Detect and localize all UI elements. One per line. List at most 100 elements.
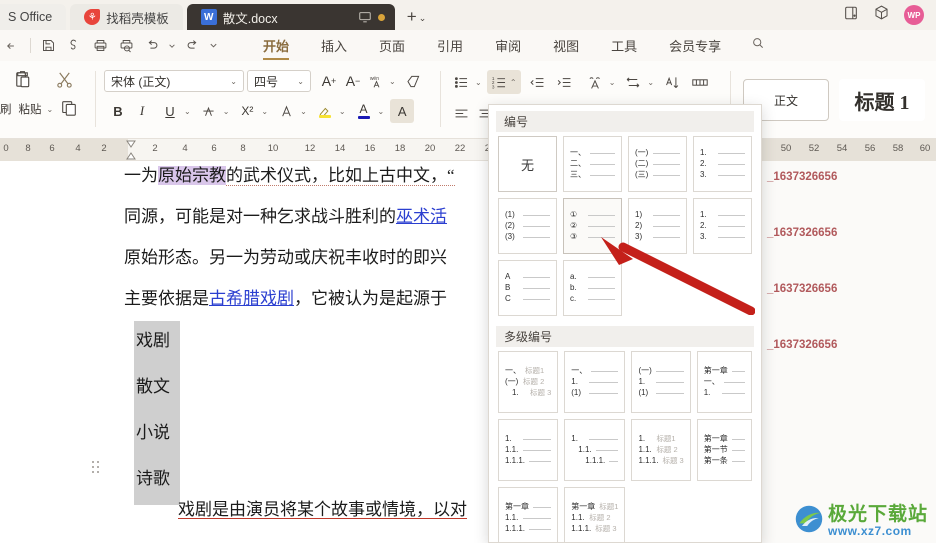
numbering-arabic-dot[interactable]: 1. 2. 3.: [693, 136, 752, 192]
multilevel-decimal-indent[interactable]: 1. 1.1. 1.1.1.: [564, 419, 626, 481]
underline-button[interactable]: U: [158, 99, 182, 123]
tab-member-exclusive[interactable]: 会员专享: [653, 32, 737, 60]
cloud-sync-icon[interactable]: [61, 33, 87, 59]
pinyin-guide-button[interactable]: [583, 70, 607, 94]
comment-author[interactable]: _1637326656: [767, 283, 837, 295]
chevron-down-icon[interactable]: ⌄: [647, 78, 654, 87]
italic-button[interactable]: I: [130, 99, 154, 123]
avatar[interactable]: WP: [904, 5, 924, 25]
line-spacing-button[interactable]: [621, 70, 645, 94]
collapse-icon[interactable]: [0, 33, 26, 59]
horizontal-ruler[interactable]: 0 8 6 4 2 2 4 6 8 10 12 14 16 18 20 22 2…: [0, 139, 936, 161]
chevron-down-icon[interactable]: ⌄: [47, 105, 54, 114]
sort-button[interactable]: [660, 70, 684, 94]
paragraph-line[interactable]: 同源，可能是对一种乞求战斗胜利的巫术活: [124, 208, 447, 225]
chevron-down-icon[interactable]: ⌄: [389, 77, 396, 86]
tab-wps-office[interactable]: S Office: [0, 4, 67, 30]
tab-tools[interactable]: 工具: [595, 32, 653, 60]
bold-button[interactable]: B: [106, 99, 130, 123]
numbering-arabic-dot-2[interactable]: 1. 2. 3.: [693, 198, 752, 254]
paragraph-line[interactable]: 戏剧是由演员将某个故事或情境，以对: [178, 501, 467, 519]
decrease-indent-button[interactable]: [526, 70, 550, 94]
font-color-button[interactable]: A: [352, 99, 376, 123]
numbering-arabic-rparen[interactable]: 1) 2) 3): [628, 198, 687, 254]
hanging-indent-marker[interactable]: [126, 152, 136, 160]
undo-dropdown-icon[interactable]: [165, 33, 179, 59]
multilevel-decimal-heading[interactable]: 1. 标题1 1.1. 标题 2 1.1.1. 标题 3: [631, 419, 691, 481]
redo-icon[interactable]: [179, 33, 205, 59]
numbering-cn-dun[interactable]: 一、 二、 三、: [563, 136, 622, 192]
numbering-upper-alpha[interactable]: ABC: [498, 260, 557, 316]
chevron-down-icon[interactable]: ⌄: [609, 78, 616, 87]
comment-author[interactable]: _1637326656: [767, 227, 837, 239]
tab-start[interactable]: 开始: [247, 32, 305, 60]
multilevel-cn-arabic[interactable]: 一、 1. (1): [564, 351, 626, 413]
document-area[interactable]: _1637326656 _1637326656 _1637326656 _163…: [0, 161, 936, 543]
print-icon[interactable]: [87, 33, 113, 59]
multilevel-chapter-section[interactable]: 第一章 第一节 第一条: [696, 419, 752, 481]
paragraph-line[interactable]: 原始形态。另一为劳动或庆祝丰收时的即兴: [124, 249, 447, 266]
text-effects-icon[interactable]: [274, 99, 298, 123]
paste-label[interactable]: 粘贴: [19, 101, 42, 117]
chevron-down-icon[interactable]: ⌄: [261, 107, 268, 116]
more-commands-icon[interactable]: [205, 33, 221, 59]
highlight-color-button[interactable]: [313, 99, 337, 123]
chevron-down-icon[interactable]: ⌄: [339, 107, 346, 116]
chevron-down-icon[interactable]: ⌄: [184, 107, 191, 116]
numbering-circled[interactable]: ① ② ③: [563, 198, 622, 254]
tab-reference[interactable]: 引用: [421, 32, 479, 60]
shrink-font-button[interactable]: A −: [341, 69, 365, 93]
hyperlink[interactable]: 巫术活: [396, 207, 447, 226]
table-cell[interactable]: 小说: [134, 413, 180, 459]
numbering-arabic-paren-both[interactable]: (1) (2) (3): [498, 198, 557, 254]
chevron-down-icon[interactable]: ⌄: [300, 107, 307, 116]
multilevel-decimal-flat[interactable]: 1. 1.1. 1.1.1.: [498, 419, 559, 481]
comment-author[interactable]: _1637326656: [767, 339, 837, 351]
save-icon[interactable]: [35, 33, 61, 59]
undo-icon[interactable]: [139, 33, 165, 59]
align-left-button[interactable]: [449, 101, 473, 125]
show-paragraph-marks-button[interactable]: [688, 70, 712, 94]
paragraph-line[interactable]: 主要依据是古希腊戏剧，它被认为是起源于: [124, 290, 447, 307]
table-move-handle[interactable]: [92, 461, 101, 474]
numbering-dropdown-panel[interactable]: 编号 无一、 二、 三、 (一) (二) (三) 1. 2. 3. (1) (2) (3) ① ② ③ 1) 2…: [488, 104, 762, 543]
tab-sanwen-docx[interactable]: W 散文.docx: [186, 4, 395, 30]
format-painter-label[interactable]: 刷: [0, 101, 12, 117]
superscript-button[interactable]: X²: [235, 99, 259, 123]
multilevel-chapter-decimal[interactable]: 第一章 1.1. 1.1.1.: [498, 487, 559, 542]
multilevel-paren-arabic[interactable]: (一) 1. (1): [631, 351, 691, 413]
monitor-icon[interactable]: [358, 10, 372, 24]
paste-icon[interactable]: [12, 69, 33, 90]
tab-docer-template[interactable]: ⚘ 找稻壳模板: [70, 4, 183, 30]
chevron-down-icon[interactable]: ⌄: [378, 107, 385, 116]
multilevel-chapter-cn[interactable]: 第一章 一、 1.: [696, 351, 752, 413]
numbering-cn-paren[interactable]: (一) (二) (三): [628, 136, 687, 192]
hyperlink[interactable]: 古希腊戏剧: [209, 289, 294, 308]
chevron-down-icon[interactable]: ⌄: [223, 107, 230, 116]
multilevel-cn-heading[interactable]: 一、 标题1 (一) 标题 2 1. 标题 3: [498, 351, 559, 413]
multilevel-chapter-decimal-heading[interactable]: 第一章 标题1 1.1. 标题 2 1.1.1. 标题 3: [564, 487, 626, 542]
new-tab-button[interactable]: + ⌄: [399, 7, 432, 30]
copy-icon[interactable]: [60, 99, 78, 117]
bullet-list-button[interactable]: [449, 70, 473, 94]
tab-insert[interactable]: 插入: [305, 32, 363, 60]
print-preview-icon[interactable]: [113, 33, 139, 59]
cut-icon[interactable]: [55, 70, 74, 89]
strikethrough-button[interactable]: [197, 99, 221, 123]
search-icon[interactable]: [751, 36, 765, 55]
style-heading-1[interactable]: 标题 1: [839, 79, 925, 121]
grow-font-button[interactable]: A +: [317, 69, 341, 93]
chevron-down-icon[interactable]: ⌄: [475, 78, 482, 87]
increase-indent-button[interactable]: [553, 70, 577, 94]
numbering-none[interactable]: 无: [498, 136, 557, 192]
paragraph-line[interactable]: 一为原始宗教的武术仪式，比如上古中文，“: [124, 166, 455, 186]
numbering-list-button[interactable]: 1 2 3 ⌃: [486, 70, 521, 94]
table-cell[interactable]: 诗歌: [134, 459, 180, 505]
table-cell[interactable]: 戏剧: [134, 321, 180, 367]
first-line-indent-marker[interactable]: [126, 140, 136, 148]
font-name-select[interactable]: 宋体 (正文) ⌄: [104, 70, 244, 92]
cube-icon[interactable]: [873, 4, 890, 26]
comment-author[interactable]: _1637326656: [767, 171, 837, 183]
tab-review[interactable]: 审阅: [479, 32, 537, 60]
clear-format-icon[interactable]: [402, 69, 426, 93]
